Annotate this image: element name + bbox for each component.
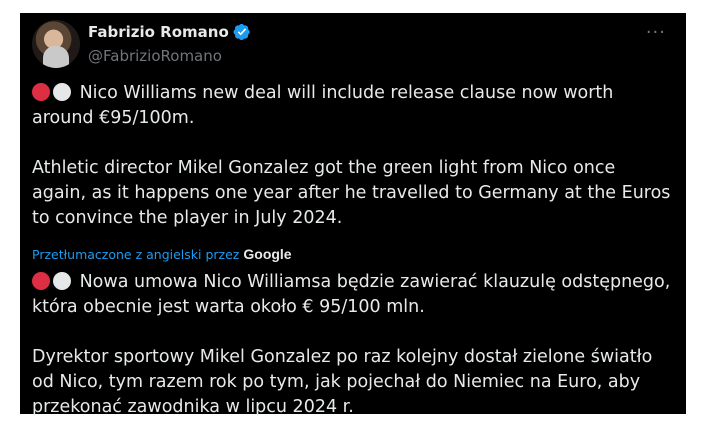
tweet-paragraph-text: Nico Williams new deal will include rele… bbox=[32, 83, 614, 128]
translated-text: Nowa umowa Nico Williamsa będzie zawiera… bbox=[32, 270, 672, 420]
handle[interactable]: @FabrizioRomano bbox=[88, 47, 222, 65]
tweet-text: Nico Williams new deal will include rele… bbox=[32, 81, 672, 231]
tweet-paragraph: Athletic director Mikel Gonzalez got the… bbox=[32, 156, 672, 231]
red-circle-emoji-icon bbox=[32, 272, 50, 290]
tweet-header: Fabrizio Romano @FabrizioRomano ··· bbox=[32, 20, 674, 70]
more-options-icon[interactable]: ··· bbox=[646, 22, 666, 43]
translation-attribution[interactable]: Przetłumaczone z angielski przez Google bbox=[32, 246, 292, 262]
verified-badge-icon bbox=[233, 23, 251, 41]
translated-paragraph-text: Nowa umowa Nico Williamsa będzie zawiera… bbox=[32, 272, 671, 317]
translated-paragraph-text: Dyrektor sportowy Mikel Gonzalez po raz … bbox=[32, 347, 653, 417]
translated-paragraph: Dyrektor sportowy Mikel Gonzalez po raz … bbox=[32, 345, 672, 420]
tweet-paragraph-text: Athletic director Mikel Gonzalez got the… bbox=[32, 158, 671, 228]
red-circle-emoji-icon bbox=[32, 83, 50, 101]
display-name[interactable]: Fabrizio Romano bbox=[88, 23, 229, 41]
tweet-paragraph: Nico Williams new deal will include rele… bbox=[32, 81, 672, 131]
translated-paragraph: Nowa umowa Nico Williamsa będzie zawiera… bbox=[32, 270, 672, 320]
google-logo: Google bbox=[243, 246, 292, 262]
white-circle-emoji-icon bbox=[53, 83, 71, 101]
white-circle-emoji-icon bbox=[53, 272, 71, 290]
tweet-card: Fabrizio Romano @FabrizioRomano ··· Nico… bbox=[20, 13, 686, 417]
avatar[interactable] bbox=[32, 20, 80, 68]
name-row: Fabrizio Romano bbox=[88, 23, 251, 41]
translation-label[interactable]: Przetłumaczone z angielski przez bbox=[32, 247, 239, 262]
